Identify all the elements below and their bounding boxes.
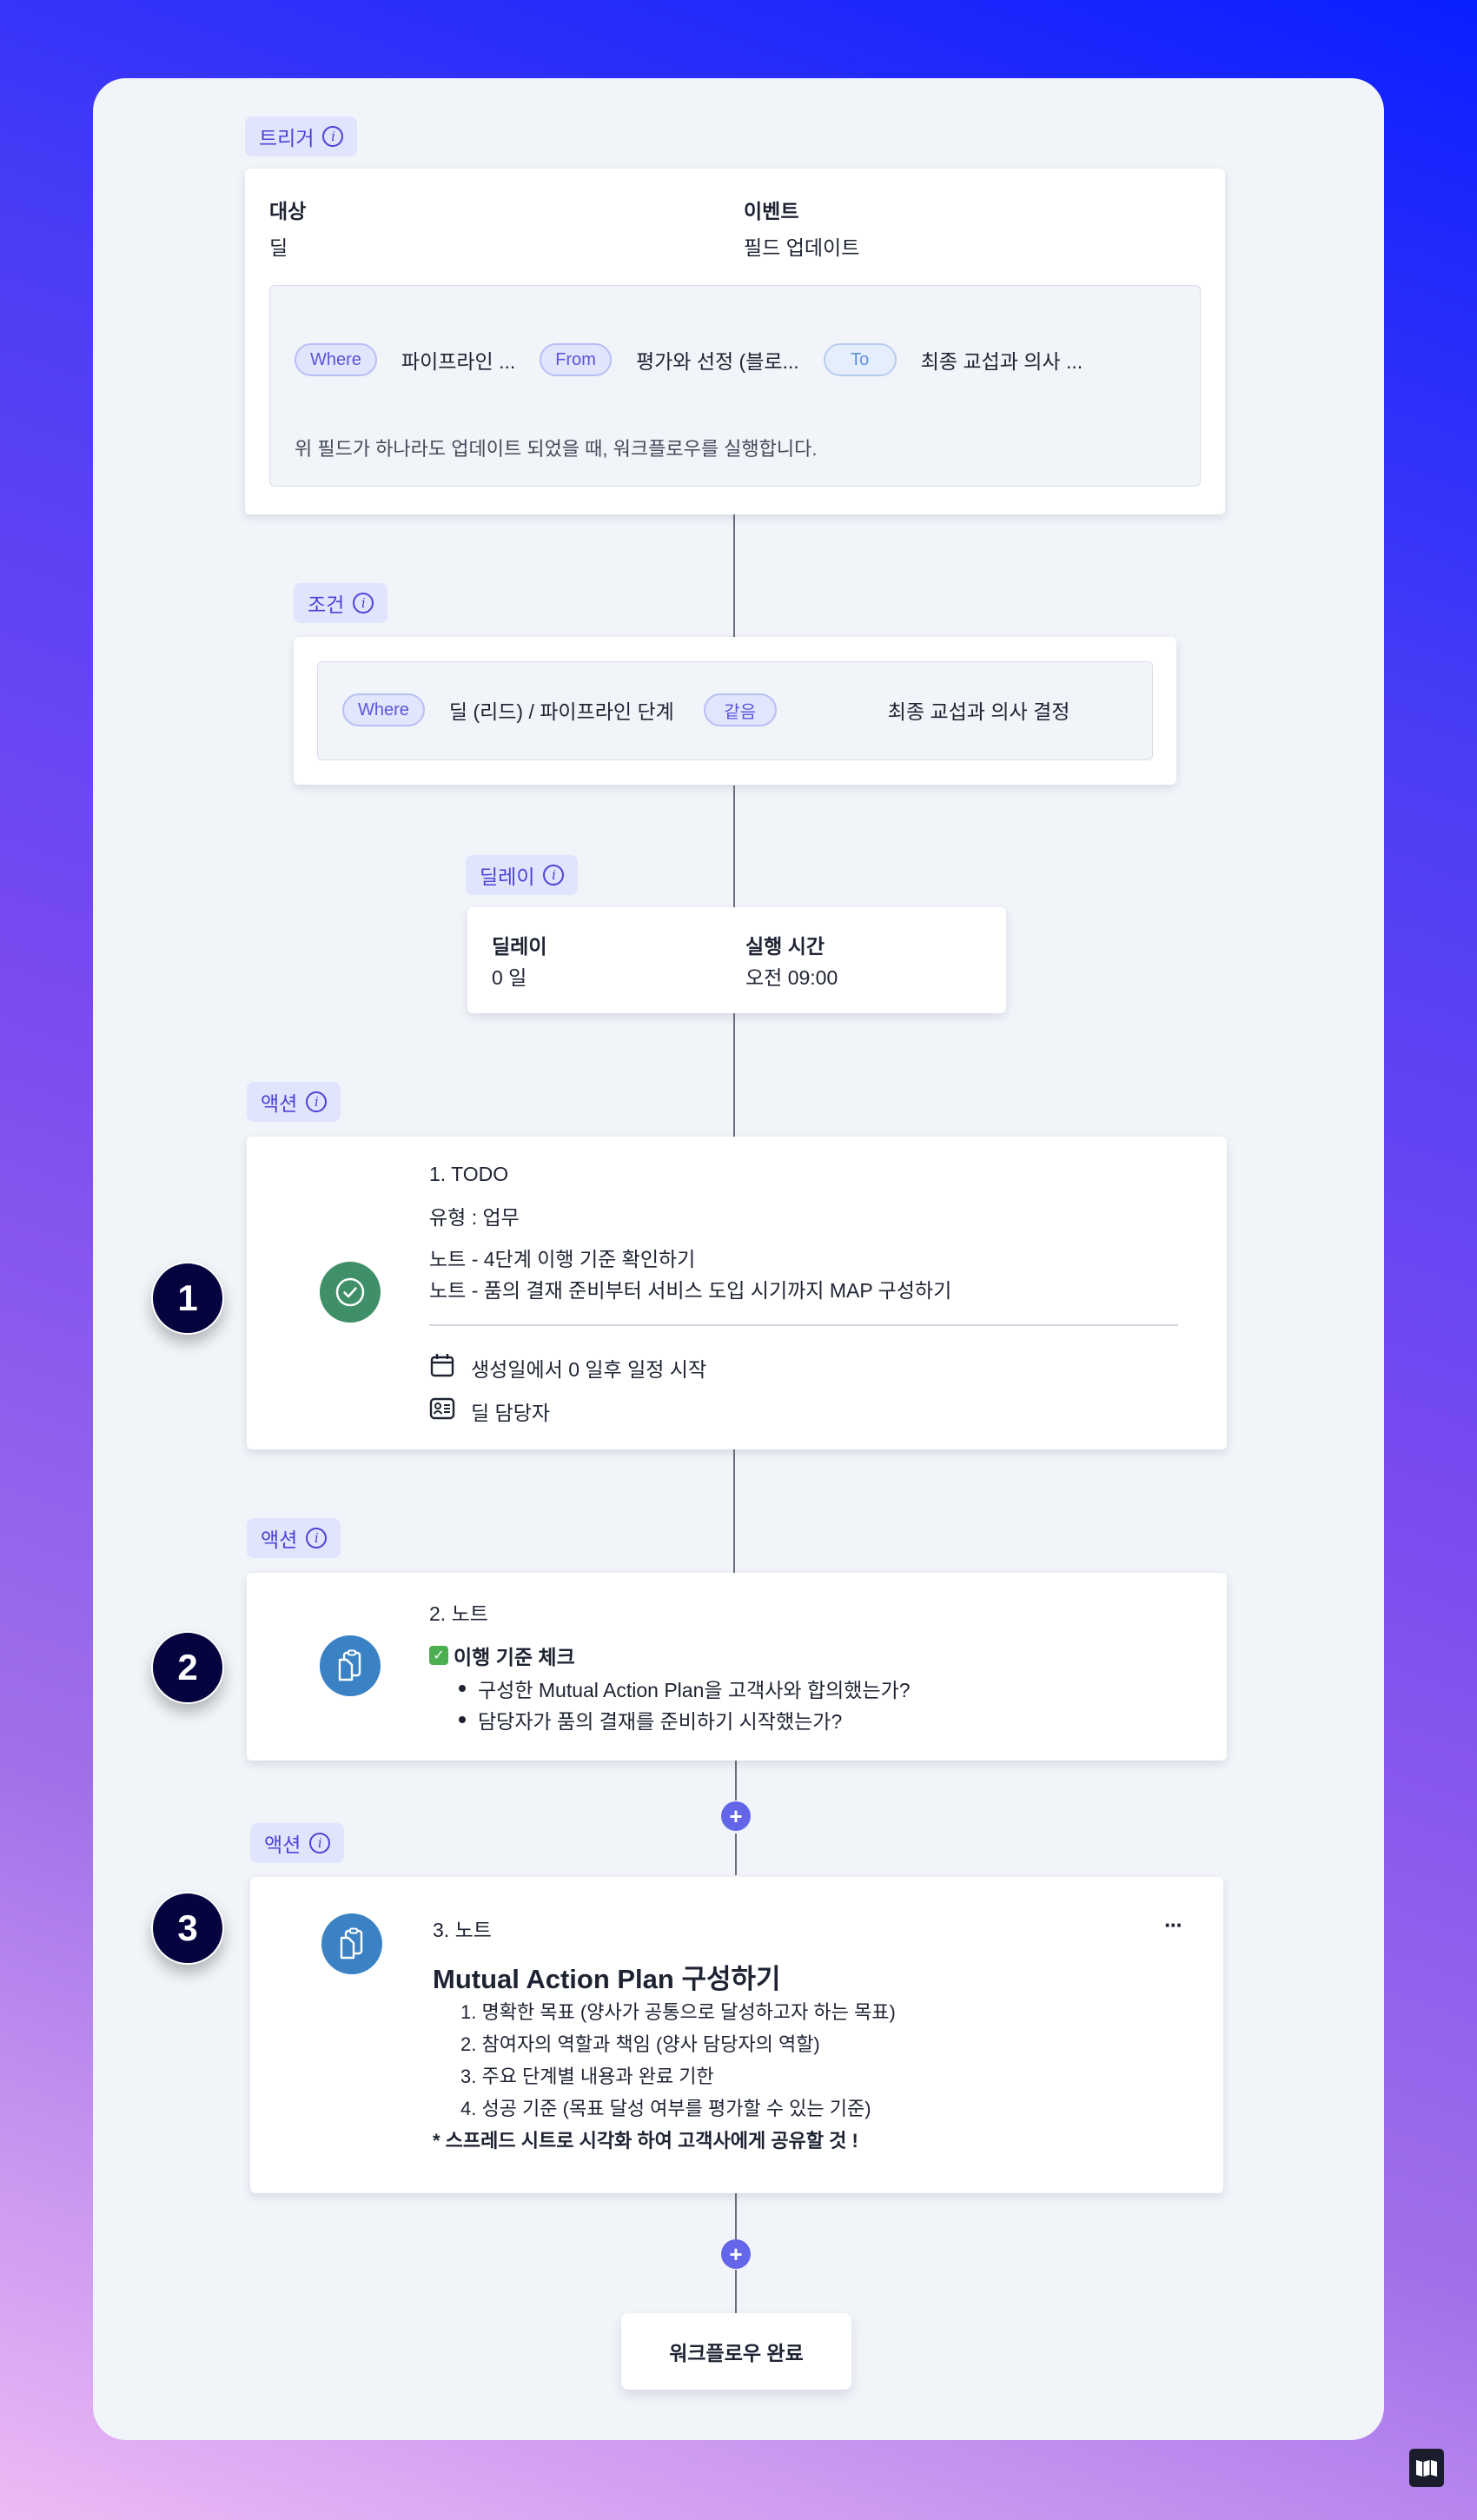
connector-line [733,1449,735,1573]
step-badge: 1 [151,1262,224,1335]
condition-tag-label: 조건 [308,594,345,616]
delay-value: 0 일 [492,966,527,989]
action-tag-label: 액션 [261,1529,298,1551]
action-tag[interactable]: 액션 i [247,1518,341,1558]
condition-box: Where 딜 (리드) / 파이프라인 단계 같음 최종 교섭과 의사 결정 [317,661,1153,760]
step-badge: 3 [151,1892,224,1965]
where-pill: Where [342,693,425,726]
trigger-note: 위 필드가 하나라도 업데이트 되었을 때, 워크플로우를 실행합니다. [295,438,818,460]
action-tag[interactable]: 액션 i [250,1823,345,1863]
bullet-item: 구성한 Mutual Action Plan을 고객사와 합의했는가? [459,1674,911,1703]
action-card-note-2[interactable]: 3. 노트 ··· Mutual Action Plan 구성하기 1. 명확한… [250,1877,1223,2193]
action-type: 유형 : 업무 [429,1206,520,1229]
condition-field: 딜 (리드) / 파이프라인 단계 [448,700,674,723]
step-badge: 2 [151,1631,224,1704]
info-icon[interactable]: i [306,1091,328,1112]
workflow-complete: 워크플로우 완료 [621,2313,851,2390]
delay-card[interactable]: 딜레이 0 일 실행 시간 오전 09:00 [467,907,1006,1013]
to-pill: To [823,343,897,376]
action-tag-label: 액션 [261,1092,298,1115]
info-icon[interactable]: i [322,126,344,147]
connector-line [735,2193,737,2240]
delay-tag[interactable]: 딜레이 i [466,855,579,895]
target-value: 딜 [269,236,288,259]
where-pill: Where [295,343,377,376]
action-tag-label: 액션 [264,1834,301,1856]
connector-line [733,786,735,909]
action-title: 3. 노트 [433,1919,492,1941]
list-item: 1. 명확한 목표 (양사가 공통으로 달성하고자 하는 목표) [460,2001,896,2023]
assignee-text: 딜 담당자 [471,1401,551,1424]
footnote: * 스프레드 시트로 시각화 하여 고객사에게 공유할 것 ! [433,2130,858,2152]
action-note: 노트 - 4단계 이행 기준 확인하기 [429,1248,696,1270]
condition-card[interactable]: Where 딜 (리드) / 파이프라인 단계 같음 최종 교섭과 의사 결정 [294,637,1176,785]
schedule-text: 생성일에서 0 일후 일정 시작 [471,1357,707,1381]
info-icon[interactable]: i [353,593,374,613]
action-title: 2. 노트 [429,1602,488,1625]
connector-line [733,1013,735,1137]
add-step-button[interactable]: + [721,1801,751,1831]
list-item: 2. 참여자의 역할과 책임 (양사 담당자의 역할) [460,2033,820,2055]
info-icon[interactable]: i [543,865,565,885]
connector-line [735,1834,737,1875]
trigger-tag[interactable]: 트리거 i [245,116,358,156]
clipboard-icon [320,1635,381,1696]
to-value: 최종 교섭과 의사 ... [920,350,1083,373]
operator-pill: 같음 [703,693,777,726]
from-pill: From [540,343,612,376]
bullet-item: 담당자가 품의 결재를 준비하기 시작했는가? [459,1705,842,1734]
more-options-button[interactable]: ··· [1164,1912,1183,1939]
event-value: 필드 업데이트 [744,236,860,259]
action-card-todo[interactable]: 1. TODO 유형 : 업무 노트 - 4단계 이행 기준 확인하기 노트 -… [247,1137,1227,1449]
where-field-value: 파이프라인 ... [401,350,516,373]
delay-tag-label: 딜레이 [480,865,535,888]
contact-card-icon [429,1396,455,1426]
check-mark-icon: ✓ [429,1646,448,1665]
map-logo-icon[interactable] [1409,2449,1444,2487]
condition-tag[interactable]: 조건 i [294,583,388,623]
exec-time-label: 실행 시간 [745,935,825,958]
trigger-tag-label: 트리거 [259,127,315,149]
info-icon[interactable]: i [306,1528,328,1548]
action-note: 노트 - 품의 결재 준비부터 서비스 도입 시기까지 MAP 구성하기 [429,1279,952,1302]
check-circle-icon [320,1262,381,1323]
clipboard-icon [321,1913,382,1974]
list-item: 3. 주요 단계별 내용과 완료 기한 [460,2066,714,2087]
delay-label: 딜레이 [492,935,547,958]
connector-line [735,1761,737,1800]
event-label: 이벤트 [744,200,799,222]
trigger-card[interactable]: 대상 딜 이벤트 필드 업데이트 Where 파이프라인 ... From 평가… [245,169,1225,514]
add-step-button[interactable]: + [721,2239,751,2269]
target-label: 대상 [269,200,307,222]
condition-value: 최종 교섭과 의사 결정 [887,700,1070,723]
calendar-icon [429,1352,455,1383]
info-icon[interactable]: i [309,1833,331,1854]
action-title: 1. TODO [429,1163,509,1185]
connector-line [735,2270,737,2313]
exec-time-value: 오전 09:00 [745,966,838,989]
divider [429,1324,1178,1326]
connector-line [733,514,735,638]
note-heading: ✓ 이행 기준 체크 [429,1641,575,1670]
action-card-note-1[interactable]: 2. 노트 ✓ 이행 기준 체크 구성한 Mutual Action Plan을… [247,1573,1227,1761]
trigger-field-box: Where 파이프라인 ... From 평가와 선정 (블로... To 최종… [269,285,1201,487]
note-heading: Mutual Action Plan 구성하기 [433,1964,781,1994]
from-value: 평가와 선정 (블로... [635,350,799,373]
list-item: 4. 성공 기준 (목표 달성 여부를 평가할 수 있는 기준) [460,2098,871,2119]
note-heading-text: 이행 기준 체크 [454,1646,575,1668]
action-tag[interactable]: 액션 i [247,1082,341,1122]
